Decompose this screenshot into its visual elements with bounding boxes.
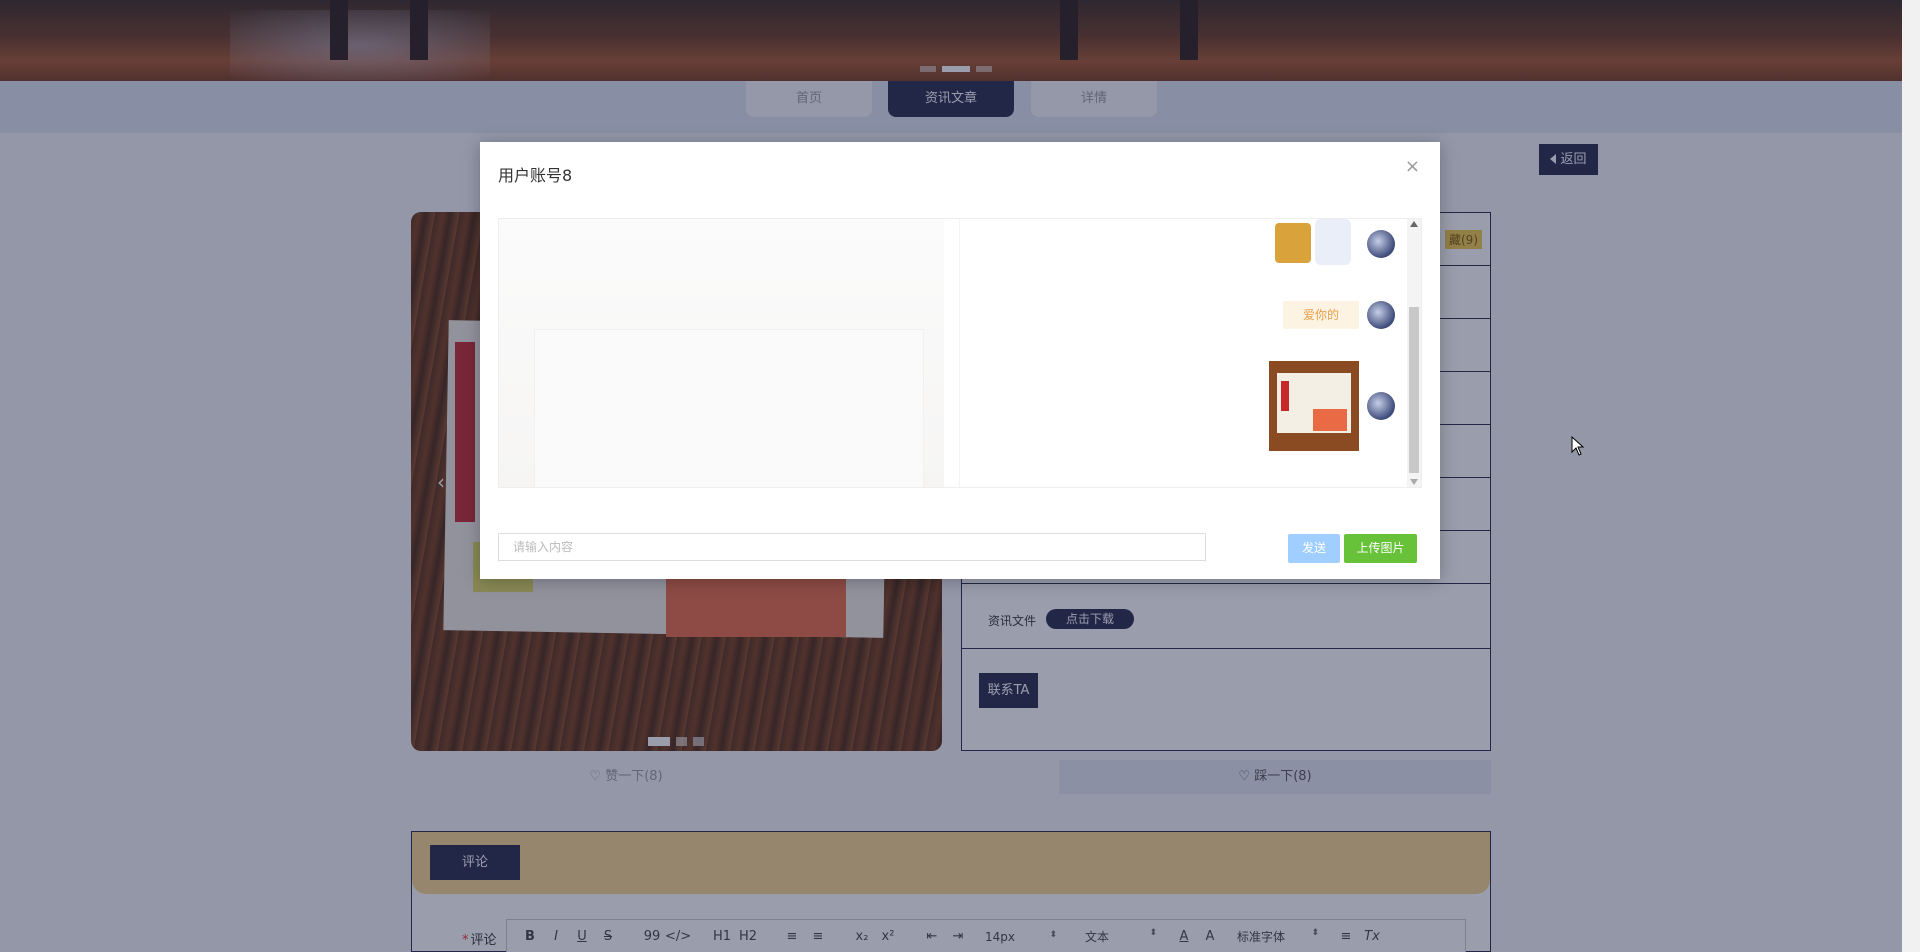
image-house	[1313, 409, 1347, 431]
ghost-background-right	[959, 219, 1259, 487]
avatar	[1367, 301, 1395, 329]
sticker-figure	[1315, 219, 1351, 265]
sticker-image[interactable]	[1271, 219, 1359, 269]
message-bubble: 爱你的	[1282, 301, 1359, 329]
chat-message: 爱你的	[1282, 301, 1395, 329]
ghost-paper	[534, 329, 924, 487]
message-image[interactable]	[1269, 361, 1359, 451]
chat-messages[interactable]: 爱你的	[498, 218, 1422, 488]
page-scrollbar[interactable]	[1902, 0, 1920, 952]
chat-dialog: 用户账号8 × 爱你的 请输入内容 发送 上传图片	[480, 142, 1440, 579]
avatar	[1367, 392, 1395, 420]
scroll-thumb[interactable]	[1409, 307, 1419, 473]
chat-message	[1271, 219, 1395, 269]
upload-image-button[interactable]: 上传图片	[1344, 534, 1417, 563]
scroll-up-icon[interactable]	[1410, 221, 1418, 227]
dialog-title: 用户账号8	[498, 166, 573, 185]
chat-input[interactable]	[498, 533, 1206, 561]
ghost-background	[499, 219, 944, 487]
chat-message	[1269, 361, 1395, 451]
sticker-figure	[1275, 223, 1311, 263]
send-button[interactable]: 发送	[1288, 534, 1340, 563]
scroll-down-icon[interactable]	[1410, 479, 1418, 485]
avatar	[1367, 230, 1395, 258]
image-red-stroke	[1281, 381, 1289, 411]
chat-scrollbar[interactable]	[1407, 219, 1421, 487]
mouse-cursor-icon	[1571, 436, 1585, 456]
close-icon[interactable]: ×	[1405, 156, 1420, 177]
